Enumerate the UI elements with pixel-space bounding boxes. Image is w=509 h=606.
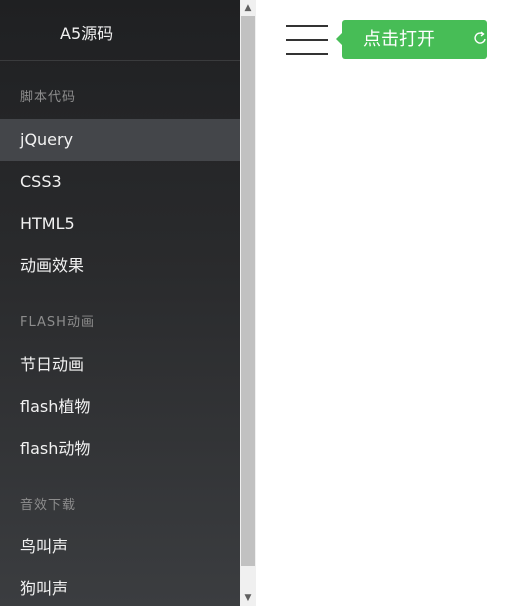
- sidebar-item-html5[interactable]: HTML5: [0, 203, 240, 245]
- sidebar-item-holiday-animation[interactable]: 节日动画: [0, 344, 240, 386]
- refresh-icon: [474, 31, 486, 44]
- section-label-flash: FLASH动画: [20, 315, 95, 330]
- scroll-up-arrow-icon[interactable]: ▲: [240, 0, 256, 16]
- sidebar-item-flash-animals[interactable]: flash动物: [0, 428, 240, 470]
- sidebar-item-dog-sounds[interactable]: 狗叫声: [0, 568, 240, 606]
- hamburger-menu-icon[interactable]: [286, 25, 328, 55]
- sidebar-item-jquery[interactable]: jQuery: [0, 119, 240, 161]
- sidebar-header: A5源码: [0, 0, 240, 61]
- sidebar-item-bird-sounds[interactable]: 鸟叫声: [0, 526, 240, 568]
- sidebar-scrollbar[interactable]: ▲ ▼: [240, 0, 256, 606]
- sidebar-item-flash-plants[interactable]: flash植物: [0, 386, 240, 428]
- app-root: A5源码 脚本代码 jQuery CSS3 HTML5 动画效果 FLASH动画…: [0, 0, 509, 606]
- open-menu-tooltip: 点击打开: [336, 20, 487, 59]
- sidebar-item-animation-effects[interactable]: 动画效果: [0, 245, 240, 287]
- scroll-thumb[interactable]: [241, 16, 255, 566]
- section-label-sound-downloads: 音效下载: [20, 498, 77, 513]
- section-label-scripts: 脚本代码: [20, 90, 77, 105]
- sidebar-item-css3[interactable]: CSS3: [0, 161, 240, 203]
- sidebar: A5源码 脚本代码 jQuery CSS3 HTML5 动画效果 FLASH动画…: [0, 0, 240, 606]
- tooltip-text: 点击打开: [363, 29, 435, 50]
- scroll-down-arrow-icon[interactable]: ▼: [240, 590, 256, 606]
- brand-title: A5源码: [60, 24, 114, 43]
